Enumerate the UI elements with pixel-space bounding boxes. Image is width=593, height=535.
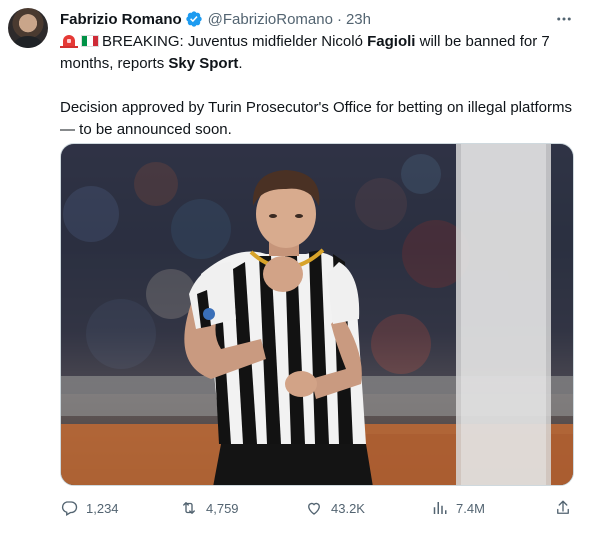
tweet-photo[interactable] — [60, 143, 574, 486]
timestamp[interactable]: 23h — [346, 11, 371, 28]
tweet-paragraph-1: BREAKING: Juventus midfielder Nicoló Fag… — [60, 31, 580, 75]
separator-dot: · — [336, 10, 342, 28]
author-avatar[interactable] — [8, 8, 48, 48]
tweet-actions: 1,234 4,759 43.2K 7.4M — [60, 497, 580, 519]
text-period: . — [238, 55, 243, 72]
text-breaking: BREAKING: Juventus midfielder Nicoló — [102, 33, 368, 50]
tweet-header: Fabrizio Romano @FabrizioRomano · 23h — [60, 9, 573, 29]
heart-icon — [308, 502, 320, 515]
text-player-name: Fagioli — [367, 33, 416, 50]
share-button[interactable] — [554, 499, 572, 517]
author-name[interactable]: Fabrizio Romano — [60, 11, 182, 28]
like-count: 43.2K — [331, 500, 365, 516]
repost-icon — [183, 502, 195, 514]
text-source: Sky Sport — [168, 55, 239, 72]
share-icon — [557, 500, 569, 514]
bar-chart-icon — [433, 502, 447, 514]
view-count: 7.4M — [456, 500, 485, 516]
tweet-paragraph-2: Decision approved by Turin Prosecutor's … — [60, 99, 573, 138]
author-handle[interactable]: @FabrizioRomano — [208, 11, 333, 28]
like-button[interactable]: 43.2K — [305, 499, 365, 517]
reply-count: 1,234 — [86, 500, 119, 516]
reply-icon — [61, 501, 78, 516]
repost-button[interactable]: 4,759 — [180, 499, 239, 517]
verified-badge-icon — [185, 10, 203, 28]
repost-count: 4,759 — [206, 500, 239, 516]
italy-flag-icon — [81, 33, 99, 47]
more-options-icon[interactable] — [555, 9, 573, 29]
views-button[interactable]: 7.4M — [430, 499, 485, 517]
reply-button[interactable]: 1,234 — [60, 499, 119, 517]
tweet-text: BREAKING: Juventus midfielder Nicoló Fag… — [60, 31, 580, 141]
siren-emoji-icon — [60, 33, 78, 48]
